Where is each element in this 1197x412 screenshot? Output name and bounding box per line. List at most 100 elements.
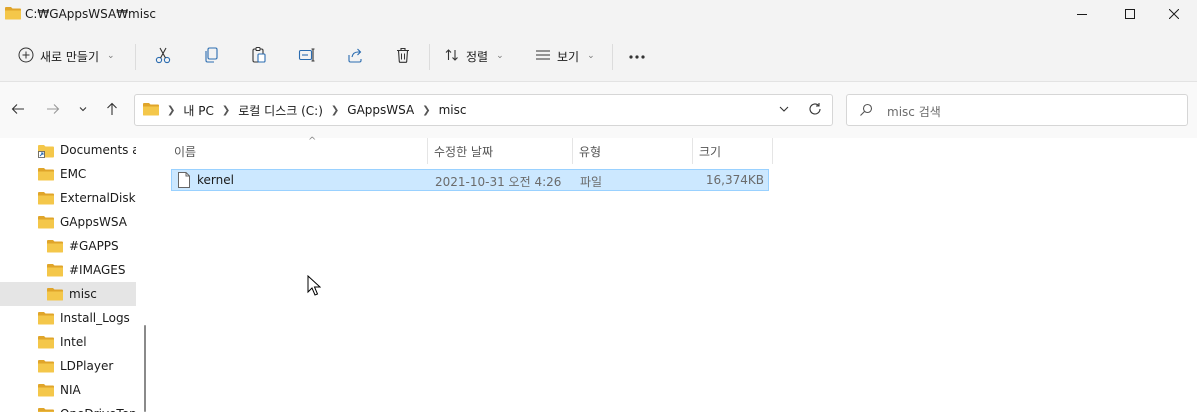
up-button[interactable]: [100, 98, 124, 122]
sidebar-item-label: ExternalDisk: [60, 191, 136, 205]
sidebar-item[interactable]: #GAPPS: [0, 234, 136, 258]
address-row: ❯ 내 PC ❯ 로컬 디스크 (C:) ❯ GAppsWSA ❯ misc m…: [0, 82, 1197, 138]
back-button[interactable]: [6, 98, 30, 122]
folder-icon: [143, 102, 159, 119]
copy-button[interactable]: [197, 42, 225, 70]
address-bar[interactable]: ❯ 내 PC ❯ 로컬 디스크 (C:) ❯ GAppsWSA ❯ misc: [134, 94, 833, 126]
copy-icon: [202, 46, 220, 67]
more-options-button[interactable]: [623, 42, 651, 70]
delete-icon: [394, 46, 412, 67]
sidebar-item-label: OneDriveTemp: [60, 407, 136, 412]
chevron-right-icon[interactable]: ❯: [422, 105, 430, 116]
sidebar-item[interactable]: misc: [0, 282, 136, 306]
sidebar-item[interactable]: LDPlayer: [0, 354, 136, 378]
cut-icon: [154, 46, 172, 67]
view-label: 보기: [557, 49, 580, 64]
breadcrumb-this-pc[interactable]: 내 PC: [183, 102, 213, 119]
column-header-date[interactable]: 수정한 날짜: [428, 138, 573, 164]
rename-button[interactable]: [293, 42, 321, 70]
folder-icon: [47, 239, 63, 256]
sidebar-item-label: Intel: [60, 335, 87, 349]
minimize-icon: [1077, 8, 1087, 22]
navigation-scrollbar[interactable]: [144, 325, 146, 412]
sidebar-item-label: Install_Logs: [60, 311, 130, 325]
folder-icon: [47, 263, 63, 280]
column-header-size[interactable]: 크기: [693, 138, 772, 164]
sidebar-item-label: Documents and Settings: [60, 143, 136, 157]
delete-button[interactable]: [389, 42, 417, 70]
up-arrow-icon: [105, 102, 119, 119]
file-row[interactable]: kernel 2021-10-31 오전 4:26 파일 16,374KB: [171, 169, 769, 191]
folder-icon: [38, 215, 54, 232]
forward-arrow-icon: [46, 102, 60, 119]
close-icon: [1168, 8, 1180, 22]
chevron-right-icon[interactable]: ❯: [167, 105, 175, 116]
refresh-icon[interactable]: [808, 102, 822, 119]
sidebar-item[interactable]: NIA: [0, 378, 136, 402]
chevron-down-icon: ⌄: [587, 51, 595, 61]
forward-button[interactable]: [41, 98, 65, 122]
folder-icon: [5, 6, 21, 23]
folder-icon: [38, 407, 54, 412]
folder-icon: [47, 287, 63, 304]
breadcrumb-local-disk[interactable]: 로컬 디스크 (C:): [238, 102, 323, 119]
rename-icon: [298, 46, 316, 67]
cut-button[interactable]: [149, 42, 177, 70]
view-list-icon: [535, 47, 551, 66]
file-icon: [177, 172, 191, 191]
recent-locations-button[interactable]: [71, 98, 95, 122]
sidebar-item-label: GAppsWSA: [60, 215, 127, 229]
toolbar-divider: [429, 44, 430, 70]
sidebar-item[interactable]: ExternalDisk: [0, 186, 136, 210]
sidebar-item[interactable]: #IMAGES: [0, 258, 136, 282]
new-button[interactable]: 새로 만들기 ⌄: [12, 40, 121, 72]
view-button[interactable]: 보기 ⌄: [535, 42, 595, 70]
maximize-button[interactable]: [1107, 0, 1153, 30]
share-icon: [346, 46, 364, 67]
navigation-pane: Documents and Settings EMC ExternalDisk GAp…: [0, 138, 138, 412]
breadcrumb-gappswsa[interactable]: GAppsWSA: [347, 103, 414, 117]
back-arrow-icon: [11, 102, 25, 119]
paste-button[interactable]: [245, 42, 273, 70]
title-bar: C:₩GAppsWSA₩misc: [0, 0, 1197, 30]
folder-icon: [38, 167, 54, 184]
column-header-type[interactable]: 유형: [573, 138, 692, 164]
sidebar-item-label: misc: [69, 287, 97, 301]
chevron-right-icon[interactable]: ❯: [331, 105, 339, 116]
breadcrumb-misc[interactable]: misc: [439, 103, 467, 117]
folder-icon: [38, 311, 54, 328]
sidebar-item[interactable]: Intel: [0, 330, 136, 354]
sidebar-item-label: #IMAGES: [69, 263, 126, 277]
column-divider[interactable]: [772, 138, 773, 164]
file-type: 파일: [580, 175, 603, 189]
new-button-label: 새로 만들기: [40, 49, 100, 64]
sidebar-item[interactable]: GAppsWSA: [0, 210, 136, 234]
sidebar-item[interactable]: Documents and Settings: [0, 138, 136, 162]
sidebar-item-label: LDPlayer: [60, 359, 114, 373]
mouse-cursor-icon: [307, 274, 322, 300]
chevron-down-icon: [78, 103, 88, 117]
sidebar-item[interactable]: OneDriveTemp: [0, 402, 136, 412]
sidebar-item-label: #GAPPS: [69, 239, 119, 253]
chevron-right-icon[interactable]: ❯: [222, 105, 230, 116]
sort-label: 정렬: [466, 49, 489, 64]
search-box[interactable]: misc 검색: [846, 94, 1188, 126]
sort-icon: [444, 47, 460, 66]
sidebar-item[interactable]: EMC: [0, 162, 136, 186]
sort-button[interactable]: 정렬 ⌄: [444, 42, 504, 70]
column-header-name[interactable]: ^ 이름: [168, 136, 428, 164]
more-icon: [628, 49, 646, 63]
folder-icon: [38, 359, 54, 376]
toolbar-divider: [135, 44, 136, 70]
maximize-icon: [1125, 8, 1135, 22]
search-placeholder: misc 검색: [887, 105, 941, 119]
sidebar-item[interactable]: Install_Logs: [0, 306, 136, 330]
breadcrumb: ❯ 내 PC ❯ 로컬 디스크 (C:) ❯ GAppsWSA ❯ misc: [143, 95, 466, 125]
close-button[interactable]: [1151, 0, 1197, 30]
chevron-down-icon: ⌄: [107, 51, 115, 61]
share-button[interactable]: [341, 42, 369, 70]
minimize-button[interactable]: [1059, 0, 1105, 30]
command-bar: 새로 만들기 ⌄ 정렬 ⌄ 보기 ⌄: [0, 30, 1197, 82]
address-history-dropdown-icon[interactable]: [777, 102, 791, 119]
file-name[interactable]: kernel: [197, 173, 234, 187]
